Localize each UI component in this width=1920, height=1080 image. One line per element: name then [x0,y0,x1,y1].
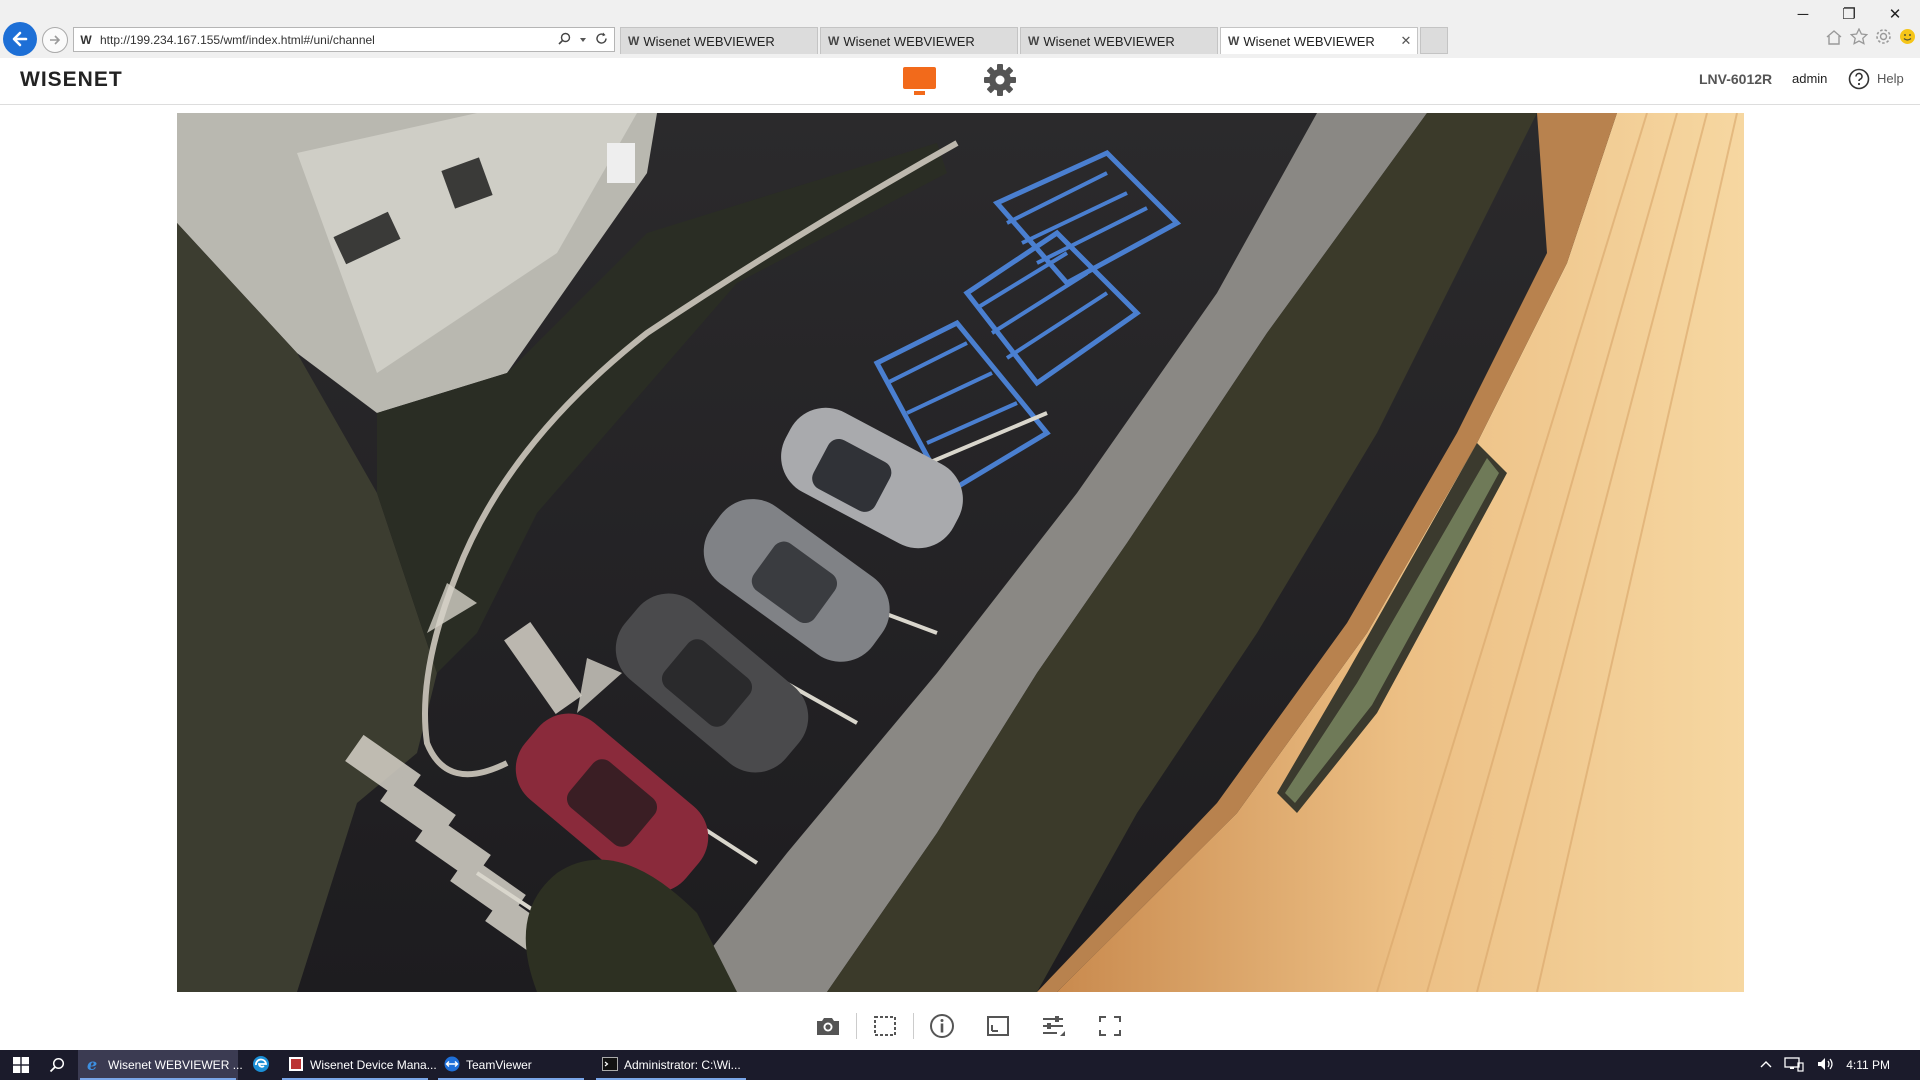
taskbar-app-webviewer[interactable]: e Wisenet WEBVIEWER ... [78,1050,243,1080]
browser-tab-1[interactable]: W Wisenet WEBVIEWER [620,27,818,54]
taskbar-app-cmd[interactable]: Administrator: C:\Wi... [594,1050,748,1080]
tab-title: Wisenet WEBVIEWER [1243,33,1375,49]
camera-scene-image [177,113,1744,992]
fullscreen-icon[interactable] [1094,1010,1126,1042]
tab-title: Wisenet WEBVIEWER [643,33,775,49]
favorites-star-icon[interactable] [1849,27,1869,50]
tray-chevron-up-icon[interactable] [1760,1058,1772,1072]
windows-taskbar: e Wisenet WEBVIEWER ... Wisenet Device M… [0,1050,1920,1080]
smiley-feedback-icon[interactable] [1899,28,1916,50]
area-zoom-icon[interactable] [869,1010,901,1042]
back-arrow-icon[interactable] [3,22,37,56]
edge-icon [252,1055,270,1076]
home-icon[interactable] [1825,29,1843,50]
wisenet-dm-icon [288,1056,304,1075]
toolbar-divider [856,1013,857,1039]
browser-tab-2[interactable]: W Wisenet WEBVIEWER [820,27,1018,54]
tab-title: Wisenet WEBVIEWER [843,33,975,49]
tab-favicon: W [1228,34,1240,48]
info-icon[interactable] [926,1010,958,1042]
taskbar-app-device-manager[interactable]: Wisenet Device Mana... [280,1050,437,1080]
taskbar-search-icon[interactable] [42,1050,72,1080]
dropdown-arrow-icon[interactable] [579,33,587,47]
taskbar-app-teamviewer[interactable]: TeamViewer [436,1050,586,1080]
new-tab-button[interactable] [1420,27,1448,54]
clock-time[interactable]: 4:11 PM [1846,1058,1890,1072]
wisenet-logo: WISENET [20,68,123,91]
teamviewer-icon [444,1056,460,1075]
camera-video-view[interactable] [177,113,1744,992]
system-tray: 4:11 PM [1760,1050,1920,1080]
address-url[interactable]: http://199.234.167.155/wmf/index.html#/u… [95,33,558,47]
refresh-icon[interactable] [595,32,608,48]
svg-text:e: e [87,1056,97,1072]
restore-button[interactable]: ❐ [1826,0,1872,28]
taskbar-app-label: TeamViewer [466,1058,532,1072]
adjust-settings-icon[interactable] [1038,1010,1070,1042]
forward-arrow-icon[interactable] [42,27,68,53]
search-icon[interactable] [558,32,571,48]
device-model-label: LNV-6012R [1699,71,1773,87]
tab-favicon: W [628,34,640,48]
gear-setup-icon[interactable] [983,63,1017,97]
tab-close-icon[interactable]: ✕ [1395,33,1417,49]
user-name[interactable]: admin [1792,71,1827,86]
tab-favicon: W [828,34,840,48]
windows-start-icon[interactable] [6,1050,36,1080]
browser-tab-4-active[interactable]: W Wisenet WEBVIEWER ✕ [1220,27,1418,54]
close-window-button[interactable]: ✕ [1872,0,1918,28]
settings-gear-icon[interactable] [1875,28,1892,50]
network-icon[interactable] [1784,1056,1804,1075]
help-link[interactable]: Help [1877,71,1904,86]
tab-favicon: W [1028,34,1040,48]
toolbar-divider [913,1013,914,1039]
taskbar-app-edge[interactable] [244,1050,280,1080]
taskbar-app-label: Wisenet Device Mana... [310,1058,437,1072]
monitor-live-icon[interactable] [902,64,937,98]
minimize-button[interactable]: ─ [1780,0,1826,28]
taskbar-app-label: Administrator: C:\Wi... [624,1058,741,1072]
volume-icon[interactable] [1816,1056,1834,1075]
site-favicon: W [80,32,92,47]
help-icon[interactable] [1848,68,1870,90]
browser-chrome: W http://199.234.167.155/wmf/index.html#… [0,0,1920,58]
aspect-ratio-icon[interactable] [982,1010,1014,1042]
app-header: WISENET LNV-6012R admin Help [0,58,1920,105]
ie-icon: e [86,1055,102,1075]
browser-tab-3[interactable]: W Wisenet WEBVIEWER [1020,27,1218,54]
tab-title: Wisenet WEBVIEWER [1043,33,1175,49]
taskbar-app-label: Wisenet WEBVIEWER ... [108,1058,243,1072]
camera-snapshot-icon[interactable] [812,1010,844,1042]
cmd-icon [602,1056,618,1075]
video-toolbar [800,1010,1138,1042]
address-bar[interactable]: W http://199.234.167.155/wmf/index.html#… [73,27,615,52]
